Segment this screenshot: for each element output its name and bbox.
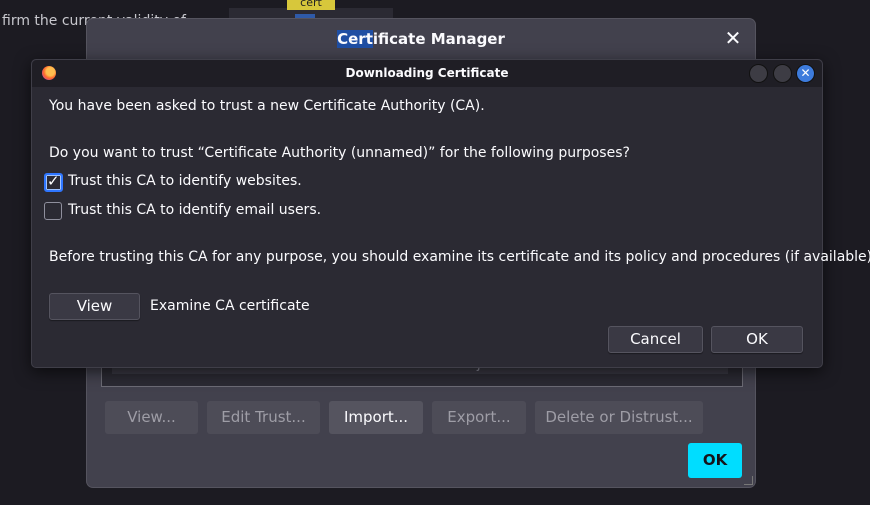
trust-email-checkbox[interactable] <box>44 202 62 220</box>
view-button[interactable]: View... <box>105 401 198 434</box>
maximize-icon[interactable] <box>773 64 792 83</box>
ok-button[interactable]: OK <box>711 326 803 353</box>
certificate-manager-title: Certificate Manager <box>87 30 755 48</box>
background-tooltip: cert <box>287 0 335 10</box>
trust-websites-label[interactable]: Trust this CA to identify websites. <box>68 173 302 189</box>
cancel-button[interactable]: Cancel <box>608 326 703 353</box>
import-button[interactable]: Import... <box>329 401 423 434</box>
resize-grip-icon[interactable] <box>744 476 753 485</box>
title-rest: ificate Manager <box>372 30 505 48</box>
dialog-titlebar: Downloading Certificate ✕ <box>32 60 822 87</box>
edit-trust-button[interactable]: Edit Trust... <box>207 401 320 434</box>
close-icon[interactable]: ✕ <box>723 28 743 48</box>
trust-websites-checkbox[interactable] <box>44 172 63 192</box>
certificate-manager-titlebar: Certificate Manager ✕ <box>87 19 755 57</box>
title-highlight: Cert <box>337 30 373 48</box>
dialog-title: Downloading Certificate <box>345 66 509 80</box>
downloading-certificate-dialog: Downloading Certificate ✕ You have been … <box>31 59 870 368</box>
dialog-intro: You have been asked to trust a new Certi… <box>49 98 485 114</box>
cert-manager-ok-button[interactable]: OK <box>688 443 742 478</box>
minimize-icon[interactable] <box>749 64 768 83</box>
delete-or-distrust-button[interactable]: Delete or Distrust... <box>535 401 703 434</box>
close-icon[interactable]: ✕ <box>796 64 815 83</box>
export-button[interactable]: Export... <box>432 401 526 434</box>
trust-email-label[interactable]: Trust this CA to identify email users. <box>68 202 321 218</box>
view-ca-button[interactable]: View <box>49 293 140 320</box>
dialog-advice: Before trusting this CA for any purpose,… <box>49 249 870 265</box>
dialog-question: Do you want to trust “Certificate Author… <box>49 145 630 161</box>
examine-ca-label: Examine CA certificate <box>150 298 310 314</box>
